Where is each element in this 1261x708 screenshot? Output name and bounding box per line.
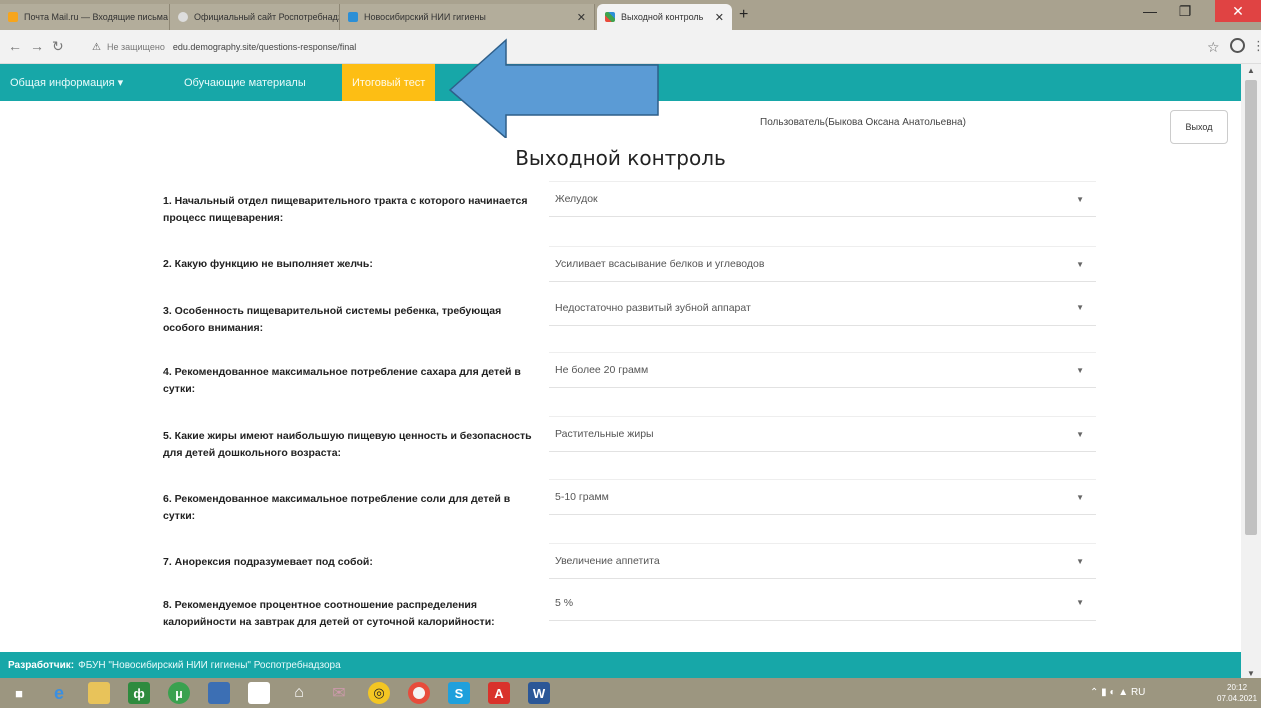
site-footer: Разработчик: ФБУН "Новосибирский НИИ гиг… xyxy=(0,652,1241,678)
chevron-down-icon: ▼ xyxy=(1076,259,1084,269)
bookmark-star-icon[interactable]: ☆ xyxy=(1207,39,1220,56)
page-title: Выходной контроль xyxy=(515,146,726,170)
minimize-button[interactable]: — xyxy=(1135,0,1165,22)
word-icon[interactable]: W xyxy=(528,682,550,704)
utorrent-icon[interactable]: µ xyxy=(168,682,190,704)
account-icon[interactable] xyxy=(1230,38,1245,53)
tab-nii[interactable]: Новосибирский НИИ гигиены ✕ xyxy=(340,4,595,30)
maximize-button[interactable]: ❐ xyxy=(1170,0,1200,22)
monitor-app-icon[interactable] xyxy=(208,682,230,704)
scrollbar-thumb[interactable] xyxy=(1245,80,1257,535)
answer-value: Растительные жиры xyxy=(555,428,654,440)
question-4: 4. Рекомендованное максимальное потребле… xyxy=(163,366,521,395)
tab-label: Официальный сайт Роспотребнадзора xyxy=(194,12,339,22)
new-tab-button[interactable]: + xyxy=(739,6,748,24)
answer-select-4[interactable]: Не более 20 грамм ▼ xyxy=(549,352,1096,388)
chrome-icon[interactable] xyxy=(408,682,430,704)
answer-value: Усиливает всасывание белков и углеводов xyxy=(555,258,765,270)
chevron-down-icon: ▼ xyxy=(1076,194,1084,204)
browser-window: Почта Mail.ru — Входящие письма ✕ Официа… xyxy=(0,0,1261,708)
current-user: Пользователь(Быкова Оксана Анатольевна) xyxy=(760,117,966,128)
chevron-down-icon: ▼ xyxy=(1076,598,1084,607)
insecure-label: Не защищено xyxy=(106,42,165,52)
tab-label: Выходной контроль xyxy=(621,12,704,22)
tab-exit-control[interactable]: Выходной контроль ✕ xyxy=(597,4,732,30)
site-favicon-icon xyxy=(348,12,358,22)
document-icon[interactable] xyxy=(248,682,270,704)
clock-date: 07.04.2021 xyxy=(1217,694,1258,703)
globe-favicon-icon xyxy=(178,12,188,22)
scroll-up-icon[interactable]: ▲ xyxy=(1241,66,1261,75)
chevron-down-icon: ▼ xyxy=(1076,365,1084,375)
game-app-icon[interactable]: ◎ xyxy=(368,682,390,704)
forward-icon[interactable]: → xyxy=(30,38,44,54)
answer-select-8[interactable]: 5 % ▼ xyxy=(549,585,1096,621)
answer-value: Недостаточно развитый зубной аппарат xyxy=(555,301,751,314)
logout-button[interactable]: Выход xyxy=(1170,110,1228,144)
chevron-down-icon: ▼ xyxy=(1076,429,1084,439)
nav-general-info[interactable]: Общая информация ▾ xyxy=(0,64,133,101)
answer-value: Не более 20 грамм xyxy=(555,364,649,376)
tab-label: Почта Mail.ru — Входящие письма xyxy=(24,12,168,22)
clock-time: 20:12 xyxy=(1227,683,1248,692)
chevron-down-icon: ▼ xyxy=(1076,492,1084,502)
answer-select-2[interactable]: Усиливает всасывание белков и углеводов … xyxy=(549,246,1096,282)
answer-value: 5-10 грамм xyxy=(555,491,609,503)
question-8: 8. Рекомендуемое процентное соотношение … xyxy=(163,599,495,628)
answer-value: 5 % xyxy=(555,596,574,609)
question-6: 6. Рекомендованное максимальное потребле… xyxy=(163,493,511,522)
answer-select-1[interactable]: Желудок ▼ xyxy=(549,181,1096,217)
answer-select-6[interactable]: 5-10 грамм ▼ xyxy=(549,479,1096,515)
question-1: 1. Начальный отдел пищеварительного трак… xyxy=(163,195,528,224)
tab-label: Новосибирский НИИ гигиены xyxy=(364,12,486,22)
warning-icon: ⚠ xyxy=(92,41,101,53)
internet-explorer-icon[interactable]: e xyxy=(48,682,70,704)
tab-rospotrebnadzor[interactable]: Официальный сайт Роспотребнадзора ✕ xyxy=(170,4,340,30)
answer-select-7[interactable]: Увеличение аппетита ▼ xyxy=(549,543,1096,579)
tab-mail[interactable]: Почта Mail.ru — Входящие письма ✕ xyxy=(0,4,170,30)
footer-text: ФБУН "Новосибирский НИИ гигиены" Роспотр… xyxy=(78,659,341,671)
close-icon[interactable]: ✕ xyxy=(571,11,586,24)
answer-value: Увеличение аппетита xyxy=(555,555,660,567)
skype-icon[interactable]: S xyxy=(448,682,470,704)
acrobat-icon[interactable]: A xyxy=(488,682,510,704)
file-explorer-icon[interactable] xyxy=(88,682,110,704)
answer-value: Желудок xyxy=(555,193,598,205)
tab-strip: Почта Mail.ru — Входящие письма ✕ Официа… xyxy=(0,0,1261,30)
chevron-down-icon: ▼ xyxy=(1076,556,1084,566)
footer-label: Разработчик: xyxy=(8,659,75,671)
url-text: edu.demography.site/questions-response/f… xyxy=(172,42,357,52)
os-taskbar: ■ e ф µ ⌂ ✉ ◎ S A W ⌃ ▮ ◐ ▲ RU 20:12 07.… xyxy=(0,678,1261,708)
close-icon[interactable]: ✕ xyxy=(709,11,724,24)
taskbar-clock[interactable]: 20:12 07.04.2021 xyxy=(1217,682,1257,704)
mail-favicon-icon xyxy=(8,12,18,22)
mail-app-icon[interactable]: ✉ xyxy=(328,682,350,704)
language-indicator[interactable]: RU xyxy=(1131,687,1145,698)
question-5: 5. Какие жиры имеют наибольшую пищевую ц… xyxy=(163,430,532,459)
question-2: 2. Какую функцию не выполняет желчь: xyxy=(163,258,373,270)
question-7: 7. Анорексия подразумевает под собой: xyxy=(163,556,373,568)
answer-select-3[interactable]: Недостаточно развитый зубной аппарат ▼ xyxy=(549,290,1096,326)
back-icon[interactable]: ← xyxy=(8,38,22,54)
page-scrollbar[interactable]: ▲ ▼ xyxy=(1241,64,1261,680)
annotation-arrow-icon xyxy=(448,38,659,138)
tray-icons: ⌃ ▮ ◐ ▲ xyxy=(1090,687,1131,698)
scroll-down-icon[interactable]: ▼ xyxy=(1241,669,1261,678)
chevron-down-icon: ▼ xyxy=(1076,303,1084,312)
store-icon[interactable]: ф xyxy=(128,682,150,704)
system-tray[interactable]: ⌃ ▮ ◐ ▲ RU xyxy=(1090,687,1145,698)
site-favicon-icon xyxy=(605,12,615,22)
answer-select-5[interactable]: Растительные жиры ▼ xyxy=(549,416,1096,452)
start-windows-icon[interactable]: ■ xyxy=(8,682,30,704)
question-3: 3. Особенность пищеварительной системы р… xyxy=(163,305,502,334)
nav-training-materials[interactable]: Обучающие материалы xyxy=(174,64,316,101)
reload-icon[interactable]: ↻ xyxy=(52,38,64,55)
home-icon[interactable]: ⌂ xyxy=(288,682,310,704)
nav-final-test[interactable]: Итоговый тест xyxy=(342,64,436,101)
menu-kebab-icon[interactable]: ⋮ xyxy=(1252,38,1261,54)
close-window-button[interactable]: ✕ xyxy=(1215,0,1261,22)
